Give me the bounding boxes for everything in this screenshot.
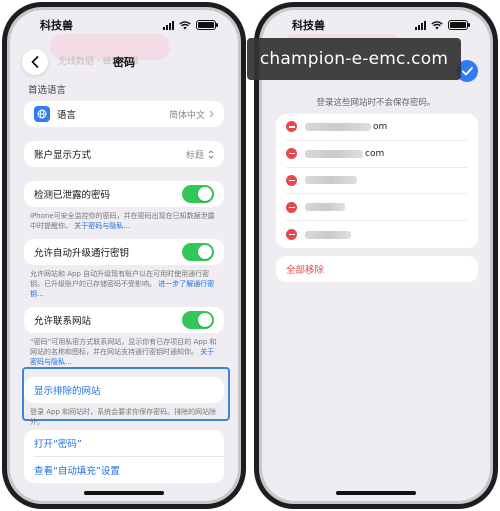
remove-all-button[interactable]: 全部移除 (276, 256, 478, 282)
excluded-sites-footnote: 登录 App 和网站时，系统会要求你保存密码。排除的网站除外。 (30, 408, 217, 426)
back-button[interactable] (22, 49, 48, 75)
excluded-section: 显示排除的网站 登录 App 和网站时，系统会要求你保存密码。排除的网站除外。 (24, 377, 224, 427)
minus-circle-icon[interactable] (286, 229, 297, 241)
language-section-label: 首选语言 (28, 85, 67, 96)
back-chevron-icon (31, 56, 39, 68)
carrier-label: 科技兽 (40, 19, 73, 32)
links-card: 打开“密码” 查看“自动填充”设置 (24, 430, 224, 483)
chevron-right-icon (209, 110, 214, 118)
contact-sites-card: 允许联系网站 (24, 307, 224, 333)
list-item (286, 194, 468, 222)
autofill-settings-link: 查看“自动填充”设置 (34, 466, 120, 477)
page-title: 密码 (113, 56, 135, 69)
site-suffix: om (373, 121, 388, 132)
account-display-card: 账户显示方式 标题 (24, 141, 224, 167)
breached-toggle[interactable] (182, 185, 214, 203)
passkey-row: 允许自动升级通行密钥 (24, 239, 224, 265)
passkey-card: 允许自动升级通行密钥 (24, 239, 224, 265)
blurred-site-name (305, 230, 351, 239)
site-suffix: com (365, 148, 385, 159)
status-icons (163, 20, 218, 30)
battery-icon (196, 20, 218, 30)
open-passwords-link: 打开“密码” (34, 439, 82, 450)
list-item (286, 221, 468, 248)
privacy-link-1[interactable]: 关于密码与隐私… (74, 222, 130, 230)
breached-card: 检测已泄露的密码 (24, 181, 224, 207)
autofill-settings-row[interactable]: 查看“自动填充”设置 (24, 457, 224, 483)
open-passwords-row[interactable]: 打开“密码” (24, 430, 224, 456)
breached-row: 检测已泄露的密码 (24, 181, 224, 207)
account-display-label: 账户显示方式 (34, 150, 92, 161)
minus-circle-icon[interactable] (286, 148, 297, 160)
stage: 科技兽 无线数据 · 蜂窝网络 密码 首选语言 语言 简体中文 账户显示方式 标… (0, 0, 500, 511)
minus-circle-icon[interactable] (286, 174, 297, 186)
excluded-sites-screen: 科技兽 登录这些网站时不会保存密码。 om com 全部移除 (262, 10, 490, 501)
excluded-sites-link: 显示排除的网站 (34, 386, 101, 397)
status-bar: 科技兽 (10, 10, 238, 40)
battery-icon (448, 20, 470, 30)
language-row-left: 语言 (34, 106, 76, 122)
phone-bezel: 科技兽 登录这些网站时不会保存密码。 om com 全部移除 (259, 7, 493, 504)
contact-sites-footnote-text: “密码”可用私密方式联系网站，显示你有已存项目的 App 和网站的名称和图标，并… (30, 338, 217, 356)
home-indicator[interactable] (84, 491, 164, 495)
checkmark-icon (461, 66, 473, 75)
excluded-sites-list: om com (276, 114, 478, 248)
passkey-toggle[interactable] (182, 243, 214, 261)
phone-left: 科技兽 无线数据 · 蜂窝网络 密码 首选语言 语言 简体中文 账户显示方式 标… (2, 2, 246, 509)
account-display-trail: 标题 (186, 148, 214, 161)
excluded-sites-card: 显示排除的网站 (24, 377, 224, 403)
contact-sites-toggle[interactable] (182, 311, 214, 329)
status-bar: 科技兽 (262, 10, 490, 40)
status-icons (415, 20, 470, 30)
language-row-trail: 简体中文 (169, 108, 214, 121)
minus-circle-icon[interactable] (286, 121, 297, 133)
language-card: 语言 简体中文 (24, 101, 224, 127)
wifi-icon (179, 20, 191, 29)
account-display-value: 标题 (185, 150, 204, 161)
excluded-sites-row[interactable]: 显示排除的网站 (24, 377, 224, 403)
contact-sites-footnote: “密码”可用私密方式联系网站，显示你有已存项目的 App 和网站的名称和图标，并… (24, 333, 224, 367)
contact-sites-row: 允许联系网站 (24, 307, 224, 333)
account-display-row[interactable]: 账户显示方式 标题 (24, 141, 224, 167)
settings-content: 首选语言 语言 简体中文 账户显示方式 标题 检测已泄露的密码 iPhone可安… (24, 82, 224, 367)
remove-all-label: 全部移除 (286, 265, 325, 276)
chevron-updown-icon (208, 149, 214, 159)
passkey-label: 允许自动升级通行密钥 (34, 248, 130, 259)
signal-icon (415, 20, 426, 30)
language-row[interactable]: 语言 简体中文 (24, 101, 224, 127)
breached-footnote: iPhone可安全监控你的密码，并在密码出现在已知数据泄露中时提醒你。 关于密码… (24, 207, 224, 231)
breached-label: 检测已泄露的密码 (34, 190, 111, 201)
excluded-sites-description: 登录这些网站时不会保存密码。 (316, 98, 436, 108)
language-row-label: 语言 (57, 110, 77, 121)
blurred-site-name (305, 122, 371, 131)
list-item: om (286, 114, 468, 141)
wifi-icon (431, 20, 443, 29)
contact-sites-label: 允许联系网站 (34, 316, 92, 327)
watermark-banner: champion-e-emc.com (247, 38, 461, 80)
language-row-value: 简体中文 (168, 110, 205, 121)
nav-bar: 密码 (10, 48, 238, 76)
carrier-label: 科技兽 (292, 19, 325, 32)
password-settings-screen: 科技兽 无线数据 · 蜂窝网络 密码 首选语言 语言 简体中文 账户显示方式 标… (10, 10, 238, 501)
blurred-site-name (305, 149, 363, 158)
minus-circle-icon[interactable] (286, 201, 297, 213)
signal-icon (163, 20, 174, 30)
list-item: com (286, 141, 468, 168)
list-item (286, 168, 468, 195)
home-indicator[interactable] (336, 491, 416, 495)
blurred-site-name (305, 203, 345, 212)
blurred-site-name (305, 176, 357, 185)
passkey-footnote: 允许网站和 App 自动升级现有账户以在可用时使用通行密钥。已升级账户的已存储密… (24, 265, 224, 299)
globe-icon (34, 106, 50, 122)
phone-bezel: 科技兽 无线数据 · 蜂窝网络 密码 首选语言 语言 简体中文 账户显示方式 标… (7, 7, 241, 504)
